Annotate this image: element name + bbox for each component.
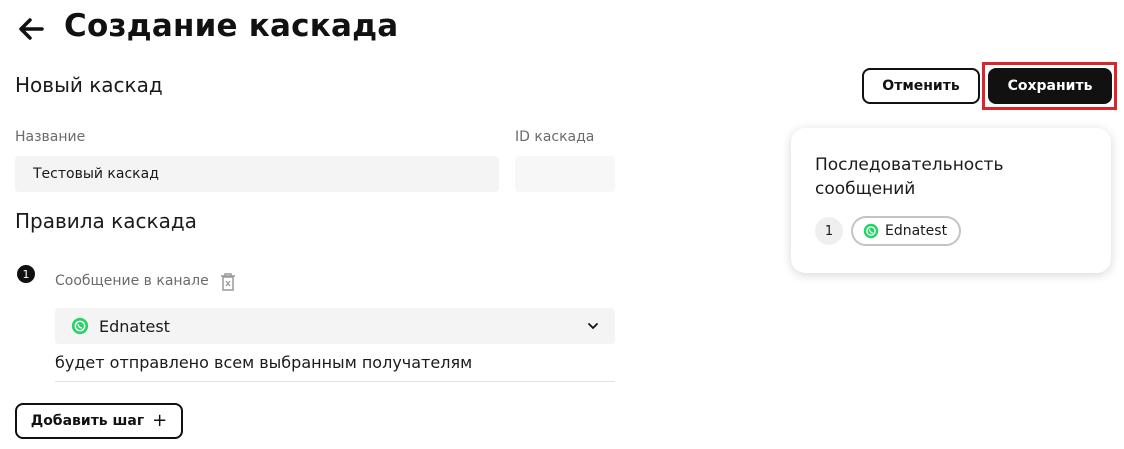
cascade-id-input[interactable] bbox=[515, 156, 615, 192]
sequence-channel-chip: Ednatest bbox=[851, 216, 962, 246]
page-title: Создание каскада bbox=[64, 8, 399, 44]
cancel-button[interactable]: Отменить bbox=[862, 68, 980, 104]
whatsapp-icon bbox=[863, 223, 879, 239]
whatsapp-icon bbox=[71, 317, 89, 335]
step-hint: будет отправлено всем выбранным получате… bbox=[55, 353, 473, 372]
arrow-left-icon bbox=[19, 18, 44, 40]
plus-icon: + bbox=[152, 410, 168, 431]
channel-select[interactable]: Ednatest bbox=[55, 308, 615, 344]
section-title: Новый каскад bbox=[15, 73, 163, 97]
back-button[interactable] bbox=[14, 12, 48, 46]
chevron-down-icon bbox=[588, 323, 598, 330]
sequence-step-number: 1 bbox=[815, 217, 843, 245]
add-step-button[interactable]: Добавить шаг + bbox=[15, 403, 183, 439]
divider bbox=[55, 381, 615, 382]
save-button[interactable]: Сохранить bbox=[988, 68, 1112, 104]
step-label: Сообщение в канале bbox=[55, 273, 209, 289]
channel-select-value: Ednatest bbox=[99, 316, 170, 336]
step-number: 1 bbox=[17, 265, 35, 283]
sequence-card: Последовательность сообщений 1 Ednatest bbox=[791, 128, 1111, 273]
trash-icon bbox=[221, 273, 235, 291]
sequence-card-title: Последовательность сообщений bbox=[815, 155, 1004, 199]
name-label: Название bbox=[15, 129, 86, 145]
cascade-id-label: ID каскада bbox=[515, 129, 595, 145]
add-step-label: Добавить шаг bbox=[30, 413, 145, 429]
delete-step-button[interactable] bbox=[219, 272, 237, 292]
rules-title: Правила каскада bbox=[15, 209, 197, 233]
name-input[interactable] bbox=[15, 156, 499, 192]
sequence-channel-name: Ednatest bbox=[885, 223, 948, 239]
